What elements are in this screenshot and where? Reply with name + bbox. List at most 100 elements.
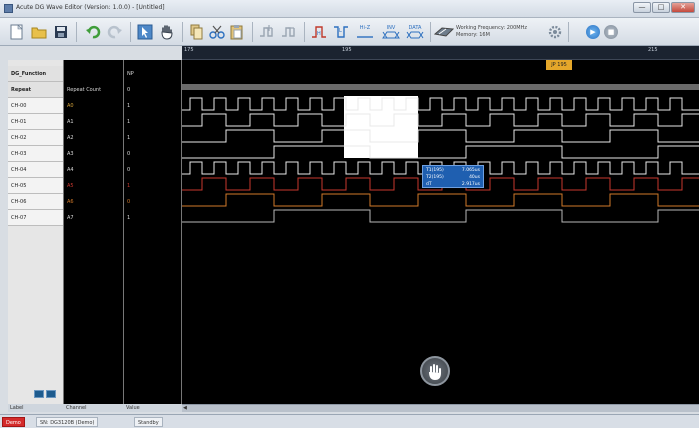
redo-icon[interactable] [106, 23, 124, 41]
hi-z-tool[interactable]: Hi-Z [354, 23, 376, 41]
delete-wave-icon[interactable] [280, 23, 298, 41]
trace-ch03 [182, 145, 699, 159]
channel-value-5[interactable]: 1 [124, 178, 181, 194]
tooltip-key: dT [426, 182, 432, 187]
waveform-traces [182, 84, 699, 223]
trace-ch01 [182, 113, 699, 127]
tooltip-key: T2(195) [426, 175, 444, 180]
toolbar-separator [252, 22, 253, 42]
channel-value-2[interactable]: 1 [124, 130, 181, 146]
copy-icon[interactable] [188, 23, 206, 41]
serial-number: SN: DG3120B (Demo) [36, 417, 99, 427]
channel-label-ch05[interactable]: CH-05 [8, 178, 63, 194]
set-high-icon[interactable]: H [310, 23, 328, 41]
trace-ch06 [182, 193, 699, 207]
maximize-button[interactable]: □ [652, 2, 670, 13]
memory-text: Memory: 16M [456, 32, 490, 38]
channel-name-a0[interactable]: A0 [64, 98, 123, 114]
scroll-down-button[interactable] [34, 390, 44, 398]
set-low-icon[interactable]: L [332, 23, 350, 41]
frequency-settings-icon[interactable] [434, 23, 454, 41]
save-icon[interactable] [52, 23, 70, 41]
channel-label-ch02[interactable]: CH-02 [8, 130, 63, 146]
select-pointer-icon[interactable] [136, 23, 154, 41]
trace-ch02 [182, 129, 699, 143]
channel-value-4[interactable]: 0 [124, 162, 181, 178]
toolbar-separator [182, 22, 183, 42]
tooltip-row: T1(195) 7.065us [426, 167, 480, 174]
toolbar: H L Hi-Z INV DATA Working Frequency: 200… [0, 18, 699, 46]
play-icon[interactable]: ▶ [586, 25, 600, 39]
channel-name-a2[interactable]: A2 [64, 130, 123, 146]
channel-value-1[interactable]: 1 [124, 114, 181, 130]
channel-label-ch03[interactable]: CH-03 [8, 146, 63, 162]
repeat-count-header: Repeat Count [67, 87, 102, 93]
cut-icon[interactable] [208, 23, 226, 41]
column-footer: Label Channel Value [8, 404, 182, 412]
toolbar-separator [430, 22, 431, 42]
toolbar-separator [568, 22, 569, 42]
status-bar: Demo SN: DG3120B (Demo) Standby [0, 414, 699, 428]
settings-gear-icon[interactable] [546, 23, 564, 41]
channel-value-6[interactable]: 0 [124, 194, 181, 210]
footer-value: Value [126, 405, 140, 411]
channel-label-ch04[interactable]: CH-04 [8, 162, 63, 178]
close-button[interactable]: ✕ [671, 2, 695, 13]
insert-wave-icon[interactable] [258, 23, 276, 41]
channel-value-7[interactable]: 1 [124, 210, 181, 226]
channel-label-ch07[interactable]: CH-07 [8, 210, 63, 226]
frequency-info: Working Frequency: 200MHz Memory: 16M [456, 25, 527, 39]
toolbar-separator [130, 22, 131, 42]
undo-icon[interactable] [84, 23, 102, 41]
waveform-canvas[interactable]: 175 195 215 JP 195 T1(195) 7.065us T2(19… [182, 46, 699, 404]
hand-icon [429, 364, 441, 380]
trace-ch07 [182, 209, 699, 223]
working-frequency-text: Working Frequency: 200MHz [456, 25, 527, 31]
channel-value-3[interactable]: 0 [124, 146, 181, 162]
stop-icon[interactable]: ■ [604, 25, 618, 39]
channel-name-a5[interactable]: A5 [64, 178, 123, 194]
repeat-band [182, 84, 699, 90]
channel-name-a4[interactable]: A4 [64, 162, 123, 178]
channel-name-a3[interactable]: A3 [64, 146, 123, 162]
channel-name-a7[interactable]: A7 [64, 210, 123, 226]
new-file-icon[interactable] [8, 23, 26, 41]
toolbar-separator [76, 22, 77, 42]
scroll-up-button[interactable] [46, 390, 56, 398]
tooltip-row: dT 2.917us [426, 181, 480, 188]
measurement-tooltip: T1(195) 7.065us T2(195) 40us dT 2.917us [422, 165, 484, 188]
channel-label-ch06[interactable]: CH-06 [8, 194, 63, 210]
channel-name-a6[interactable]: A6 [64, 194, 123, 210]
data-tool[interactable]: DATA [404, 23, 426, 41]
invert-tool[interactable]: INV [380, 23, 402, 41]
channel-label-ch01[interactable]: CH-01 [8, 114, 63, 130]
channel-label-ch00[interactable]: CH-00 [8, 98, 63, 114]
label-panel: DG_Function Repeat CH-00 CH-01 CH-02 CH-… [8, 60, 64, 404]
open-folder-icon[interactable] [30, 23, 48, 41]
demo-badge: Demo [2, 417, 25, 427]
channel-value-0[interactable]: 1 [124, 98, 181, 114]
trace-ch00 [182, 97, 699, 111]
np-header: NP [127, 71, 134, 77]
repeat-row-label[interactable]: Repeat [8, 82, 63, 98]
device-state: Standby [134, 417, 163, 427]
window-title: Acute DG Wave Editor (Version: 1.0.0) - … [16, 4, 165, 11]
horizontal-scrollbar[interactable]: ◀ [182, 404, 699, 412]
pan-hand-button[interactable] [420, 356, 450, 386]
svg-text:H: H [317, 31, 321, 37]
title-bar: Acute DG Wave Editor (Version: 1.0.0) - … [0, 0, 699, 18]
repeat-value[interactable]: 0 [124, 82, 181, 98]
value-panel: NP 0 1 1 1 0 0 1 0 1 [124, 60, 182, 404]
window-controls: — □ ✕ [633, 2, 695, 13]
channel-name-a1[interactable]: A1 [64, 114, 123, 130]
toolbar-separator [304, 22, 305, 42]
scroll-left-icon[interactable]: ◀ [183, 405, 191, 412]
paste-icon[interactable] [228, 23, 246, 41]
tooltip-key: T1(195) [426, 168, 444, 173]
hand-pan-icon[interactable] [158, 23, 176, 41]
dg-function-header: DG_Function [8, 66, 63, 82]
minimize-button[interactable]: — [633, 2, 651, 13]
tooltip-value: 2.917us [461, 182, 480, 187]
footer-label: Label [10, 405, 24, 411]
tooltip-value: 40us [469, 175, 480, 180]
